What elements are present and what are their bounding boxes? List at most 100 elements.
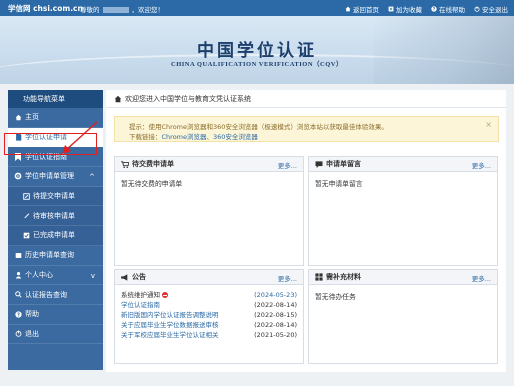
pen-icon	[22, 212, 30, 220]
sidebar-item-label: 待提交申请单	[33, 192, 75, 201]
360-download-link[interactable]: 360安全浏览器	[213, 133, 258, 141]
sidebar-item-personal[interactable]: 个人中心 v	[8, 266, 103, 286]
list-item[interactable]: 系统维护通知 (2024-05-23)	[121, 290, 297, 300]
announcement-list: 系统维护通知 (2024-05-23) 学位认证指南 (2022-08-14) …	[115, 285, 303, 345]
home-link-label: 返回首页	[353, 5, 379, 14]
browser-notice: 提示：使用Chrome浏览器和360安全浏览器（极速模式）浏览本站以获取最佳体验…	[114, 116, 499, 142]
check-icon	[22, 231, 30, 239]
announcement-title: 关于军校应届毕业生学位认证相关	[121, 331, 219, 339]
user-icon	[14, 271, 22, 279]
help-link-label: 在线帮助	[439, 5, 465, 14]
sidebar-item-label: 退出	[25, 329, 39, 338]
help-icon: ?	[431, 5, 437, 12]
notice-text: 提示：使用Chrome浏览器和360安全浏览器（极速模式）浏览本站以获取最佳体验…	[129, 123, 388, 131]
banner-subtitle: CHINA QUALIFICATION VERIFICATION（CQV）	[171, 61, 343, 68]
grid-icon	[315, 273, 323, 281]
history-icon	[14, 251, 22, 259]
annotation-arrow	[62, 121, 98, 154]
sidebar-item-pending-review[interactable]: 待审核申请单	[8, 206, 103, 227]
logout-icon	[474, 5, 480, 12]
greeting-prefix: 尊敬的	[80, 5, 100, 14]
logout-link[interactable]: 安全退出	[474, 4, 508, 14]
announcement-date: (2021-05-20)	[254, 331, 297, 339]
new-badge-icon	[162, 292, 168, 298]
announcement-title: 关于应届毕业生学位数据报送审核	[121, 321, 219, 329]
home-link[interactable]: 返回首页	[345, 4, 379, 14]
sidebar-item-label: 学位申请单管理	[25, 172, 74, 181]
sidebar-item-pending-submit[interactable]: 待提交申请单	[8, 186, 103, 207]
edit-icon	[22, 192, 30, 200]
help-icon: ?	[14, 310, 22, 318]
close-icon[interactable]: ×	[485, 120, 492, 129]
user-name-redacted	[102, 6, 129, 13]
megaphone-icon	[121, 273, 128, 281]
search-icon	[14, 291, 22, 299]
sidebar-item-label: 帮助	[25, 310, 39, 319]
panel-title: 公告	[132, 273, 146, 281]
help-link[interactable]: ? 在线帮助	[431, 4, 465, 14]
panel-empty-text: 暂无申请单留言	[315, 180, 363, 188]
announcement-title: 新旧版国内学位认证报告调整说明	[121, 311, 219, 319]
sidebar-header: 功能导航菜单	[8, 90, 103, 108]
panel-empty-text: 暂无待办任务	[315, 293, 356, 301]
home-icon	[345, 6, 351, 11]
panel-materials: 需补充材料 更多... 暂无待办任务	[308, 269, 498, 364]
sidebar-item-report-query[interactable]: 认证报告查询	[8, 285, 103, 305]
panel-header: 申请单留言 更多...	[309, 157, 497, 172]
sidebar-item-exit[interactable]: 退出	[8, 325, 103, 345]
svg-text:?: ?	[17, 312, 20, 318]
announcement-title: 系统维护通知	[121, 291, 160, 299]
header-banner: 中国学位认证 CHINA QUALIFICATION VERIFICATION（…	[0, 16, 514, 84]
list-item[interactable]: 学位认证指南 (2022-08-14)	[121, 300, 297, 310]
sidebar-item-history[interactable]: 历史申请单查询	[8, 246, 103, 266]
top-links: 返回首页 加为收藏 ? 在线帮助 安全退出	[345, 4, 508, 14]
sidebar-item-label: 主页	[25, 113, 39, 122]
notice-download: 下载链接：Chrome浏览器、360安全浏览器	[129, 131, 258, 141]
more-link[interactable]: 更多...	[472, 160, 491, 170]
site-brand[interactable]: 学信网 chsi.com.cn	[8, 3, 83, 14]
notice-download-label: 下载链接：	[129, 133, 162, 141]
sidebar-item-completed[interactable]: 已完成申请单	[8, 226, 103, 246]
chevron-down-icon: v	[90, 271, 95, 280]
bookmark-link-label: 加为收藏	[396, 5, 422, 14]
panel-header: 待交费申请单 更多...	[115, 157, 303, 172]
announcement-date: (2022-08-15)	[254, 311, 297, 319]
welcome-bar: 欢迎您进入中国学位与教育文凭认证系统	[106, 90, 506, 108]
bookmark-link[interactable]: 加为收藏	[388, 4, 422, 14]
main-content: 欢迎您进入中国学位与教育文凭认证系统 提示：使用Chrome浏览器和360安全浏…	[106, 90, 506, 372]
list-item[interactable]: 关于应届毕业生学位数据报送审核 (2022-08-14)	[121, 320, 297, 330]
panel-empty-text: 暂无待交费的申请单	[121, 180, 183, 188]
home-icon	[14, 113, 22, 121]
panel-header: 公告 更多...	[115, 270, 303, 285]
more-link[interactable]: 更多...	[278, 160, 297, 170]
power-icon	[14, 330, 22, 338]
panel-header: 需补充材料 更多...	[309, 270, 497, 285]
more-link[interactable]: 更多...	[278, 273, 297, 283]
panel-title: 需补充材料	[326, 273, 361, 281]
sidebar-item-label: 待审核申请单	[33, 211, 75, 220]
panel-pending-payment: 待交费申请单 更多... 暂无待交费的申请单	[114, 156, 304, 266]
sidebar-item-help[interactable]: ? 帮助	[8, 305, 103, 325]
greeting-suffix: ，欢迎您！	[131, 5, 165, 14]
logout-link-label: 安全退出	[482, 5, 508, 14]
more-link[interactable]: 更多...	[472, 273, 491, 283]
announcement-date: (2022-08-14)	[254, 321, 297, 329]
greeting: 尊敬的 ，欢迎您！	[80, 4, 164, 14]
message-icon	[315, 160, 323, 168]
sidebar-item-application-manage[interactable]: 学位申请单管理 ^	[8, 167, 103, 187]
gear-icon	[14, 172, 22, 180]
bookmark-icon	[388, 6, 394, 11]
list-item[interactable]: 新旧版国内学位认证报告调整说明 (2022-08-15)	[121, 310, 297, 320]
list-item[interactable]: 关于军校应届毕业生学位认证相关 (2021-05-20)	[121, 330, 297, 340]
sidebar-item-label: 认证报告查询	[25, 290, 67, 299]
chevron-up-icon: ^	[89, 173, 95, 182]
chrome-download-link[interactable]: Chrome浏览器	[162, 133, 207, 141]
top-bar: 学信网 chsi.com.cn 尊敬的 ，欢迎您！ 返回首页 加为收藏 ? 在线帮…	[0, 0, 514, 16]
panel-title: 待交费申请单	[132, 160, 174, 168]
announcement-title: 学位认证指南	[121, 301, 160, 309]
sidebar-item-label: 个人中心	[25, 270, 53, 279]
panel-messages: 申请单留言 更多... 暂无申请单留言	[308, 156, 498, 266]
sidebar-item-label: 历史申请单查询	[25, 251, 74, 260]
cart-icon	[121, 160, 129, 168]
page-bottom	[0, 376, 514, 386]
